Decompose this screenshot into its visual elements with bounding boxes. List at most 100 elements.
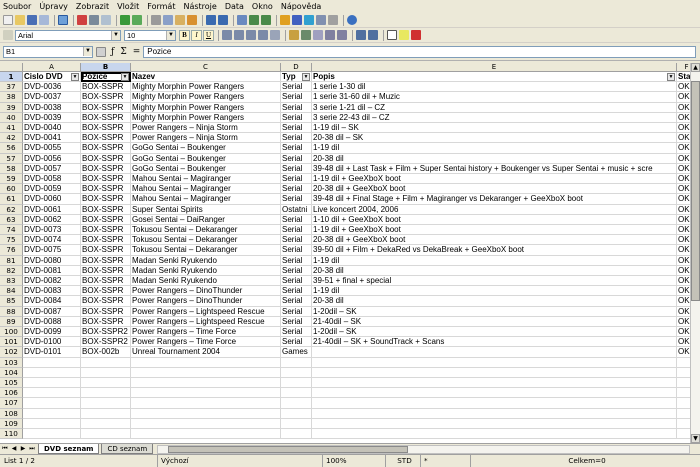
increase-indent-icon[interactable] xyxy=(368,30,378,40)
spreadsheet-grid[interactable]: ABCDEF1Cislo DVD▼Pozice▼NazevTyp▼Popis▼▼… xyxy=(0,63,690,443)
table-cell[interactable] xyxy=(312,378,677,389)
table-cell[interactable]: Serial xyxy=(281,296,312,307)
table-cell[interactable] xyxy=(677,419,690,429)
table-cell[interactable]: Serial xyxy=(281,276,312,287)
zoom-icon[interactable] xyxy=(328,15,338,25)
table-cell[interactable] xyxy=(81,378,131,389)
table-cell[interactable]: Mahou Sentai – Magiranger xyxy=(131,174,281,185)
export-pdf-icon[interactable] xyxy=(77,15,87,25)
table-cell[interactable]: Serial xyxy=(281,112,312,123)
row-header[interactable]: 89 xyxy=(0,316,23,327)
column-header-a[interactable]: A xyxy=(23,63,81,72)
table-cell[interactable]: Mighty Morphin Power Rangers xyxy=(131,92,281,103)
table-cell[interactable]: OK xyxy=(677,337,690,348)
table-cell[interactable]: DVD-0087 xyxy=(23,306,81,317)
table-cell[interactable]: BOX-SSPR xyxy=(81,204,131,215)
column-title-cell[interactable]: Cislo DVD ▼ xyxy=(23,72,81,83)
table-cell[interactable]: OK xyxy=(677,266,690,276)
table-cell[interactable] xyxy=(312,398,677,409)
menu-item-2[interactable]: Zobrazit xyxy=(76,2,109,11)
table-cell[interactable]: 39-48 dil + Last Task + Film + Super Sen… xyxy=(312,163,677,174)
table-cell[interactable] xyxy=(312,367,677,378)
column-header-e[interactable]: E xyxy=(312,63,677,72)
autofilter-dropdown-icon[interactable]: ▼ xyxy=(121,73,129,81)
column-title-cell[interactable]: Popis▼▼ xyxy=(312,72,677,83)
table-cell[interactable]: OK xyxy=(677,347,690,358)
table-cell[interactable]: DVD-0080 xyxy=(23,255,81,266)
insert-chart-icon[interactable] xyxy=(280,15,290,25)
table-cell[interactable] xyxy=(23,357,81,368)
table-cell[interactable]: GoGo Sentai – Boukenger xyxy=(131,153,281,164)
table-cell[interactable]: 1 serie 31-60 dil + Muzic xyxy=(312,92,677,103)
print-icon[interactable] xyxy=(89,15,99,25)
table-cell[interactable] xyxy=(677,398,690,409)
table-cell[interactable]: 21-40dil – SK + SoundTrack + Scans xyxy=(312,337,677,348)
table-cell[interactable]: GoGo Sentai – Boukenger xyxy=(131,143,281,154)
table-cell[interactable]: BOX-SSPR xyxy=(81,82,131,93)
table-cell[interactable]: DVD-0060 xyxy=(23,194,81,205)
table-cell[interactable]: DVD-0036 xyxy=(23,82,81,93)
redo-icon[interactable] xyxy=(218,15,228,25)
spellcheck-icon[interactable] xyxy=(120,15,130,25)
menu-item-3[interactable]: Vložit xyxy=(117,2,139,11)
row-header[interactable]: 57 xyxy=(0,153,23,164)
table-cell[interactable] xyxy=(131,429,281,440)
row-header[interactable]: 84 xyxy=(0,286,23,297)
row-header[interactable]: 106 xyxy=(0,388,23,399)
table-cell[interactable]: Madan Senki Ryukendo xyxy=(131,255,281,266)
table-cell[interactable]: OK xyxy=(677,143,690,154)
table-cell[interactable] xyxy=(312,347,677,358)
table-cell[interactable]: Serial xyxy=(281,123,312,134)
column-title-cell[interactable]: Nazev xyxy=(131,72,281,83)
row-header[interactable]: 110 xyxy=(0,429,23,440)
table-cell[interactable]: 1-20dil – SK xyxy=(312,327,677,338)
first-sheet-icon[interactable]: ⏮ xyxy=(1,445,9,453)
font-name-combo[interactable]: Arial ▼ xyxy=(15,29,121,41)
table-cell[interactable] xyxy=(281,398,312,409)
table-cell[interactable]: OK xyxy=(677,184,690,195)
cut-icon[interactable] xyxy=(151,15,161,25)
table-cell[interactable] xyxy=(81,367,131,378)
table-cell[interactable]: OK xyxy=(677,317,690,327)
table-cell[interactable] xyxy=(131,378,281,389)
table-cell[interactable]: Gosei Sentai – DaiRanger xyxy=(131,214,281,225)
table-cell[interactable] xyxy=(23,388,81,399)
table-cell[interactable] xyxy=(281,388,312,399)
table-cell[interactable]: 3 serie 22-43 dil – CZ xyxy=(312,112,677,123)
underline-button[interactable]: U xyxy=(203,29,214,41)
table-cell[interactable]: BOX-SSPR xyxy=(81,286,131,297)
scroll-up-icon[interactable]: ▲ xyxy=(691,63,700,72)
table-cell[interactable]: Serial xyxy=(281,174,312,185)
table-cell[interactable]: BOX-SSPR xyxy=(81,163,131,174)
table-cell[interactable] xyxy=(81,357,131,368)
new-document-icon[interactable] xyxy=(3,15,13,25)
table-cell[interactable]: OK xyxy=(677,245,690,256)
table-cell[interactable]: Serial xyxy=(281,327,312,338)
table-cell[interactable]: OK xyxy=(677,205,690,215)
table-cell[interactable]: Madan Senki Ryukendo xyxy=(131,276,281,287)
table-cell[interactable]: 1-19 dil – SK xyxy=(312,123,677,134)
table-cell[interactable]: Serial xyxy=(281,143,312,154)
selection-mode[interactable]: STD xyxy=(385,455,420,467)
table-cell[interactable]: BOX-SSPR xyxy=(81,143,131,154)
table-cell[interactable]: 39-48 dil + Final Stage + Film + Magiran… xyxy=(312,194,677,205)
table-cell[interactable] xyxy=(677,429,690,440)
autofilter-dropdown-icon[interactable]: ▼ xyxy=(667,73,675,81)
table-cell[interactable]: OK xyxy=(677,307,690,317)
table-cell[interactable]: 39-51 + final + special xyxy=(312,276,677,287)
table-cell[interactable] xyxy=(677,388,690,399)
table-cell[interactable]: DVD-0073 xyxy=(23,225,81,236)
row-header[interactable]: 37 xyxy=(0,82,23,93)
row-header[interactable]: 102 xyxy=(0,347,23,358)
scroll-down-icon[interactable]: ▼ xyxy=(691,434,700,443)
formula-input[interactable]: Pozice xyxy=(143,46,696,58)
table-cell[interactable]: OK xyxy=(677,92,690,103)
table-cell[interactable]: BOX-SSPR xyxy=(81,214,131,225)
background-color-icon[interactable] xyxy=(399,30,409,40)
table-cell[interactable]: BOX-SSPR xyxy=(81,194,131,205)
sort-descending-icon[interactable] xyxy=(261,15,271,25)
chevron-down-icon[interactable]: ▼ xyxy=(111,30,120,40)
table-cell[interactable]: 20-38 dil + GeeXboX boot xyxy=(312,235,677,246)
column-title-cell[interactable]: Typ ▼ xyxy=(281,72,312,83)
row-header[interactable]: 40 xyxy=(0,112,23,123)
